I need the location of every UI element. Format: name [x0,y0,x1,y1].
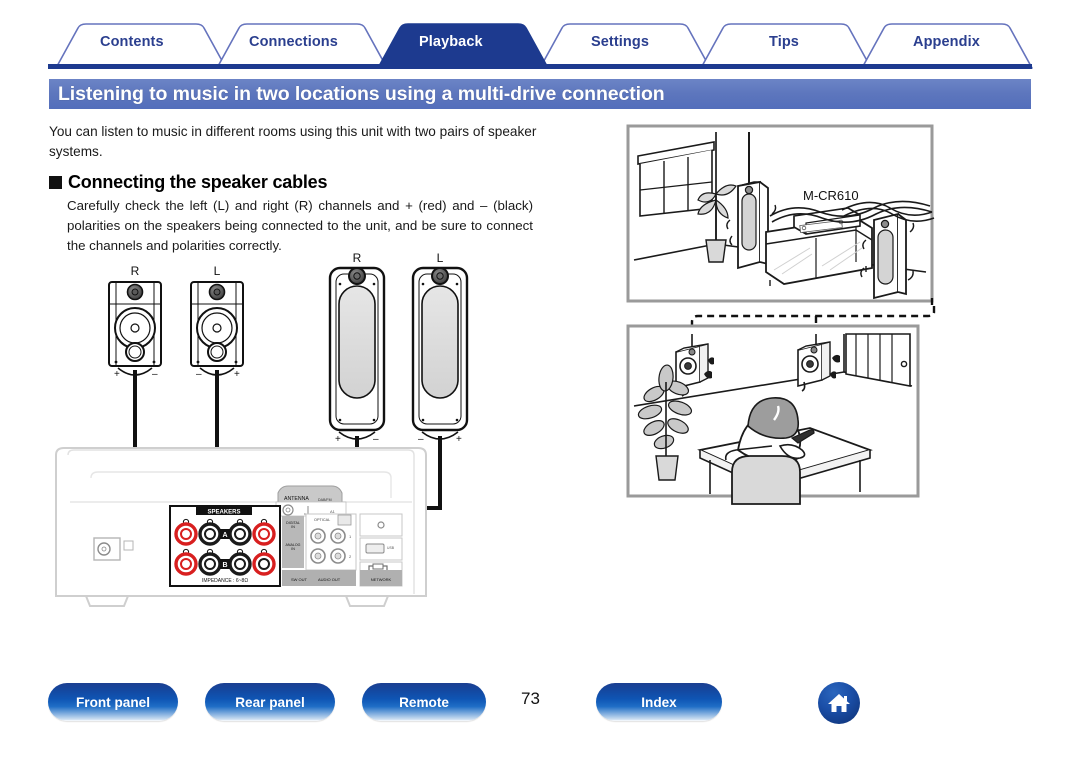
index-button[interactable]: Index [596,683,722,721]
illustration-study-room [626,324,920,505]
svg-text:L: L [214,264,221,278]
tall-speaker-right: R + – [328,251,386,445]
svg-text:SPEAKERS: SPEAKERS [207,509,240,515]
svg-text:L: L [437,251,444,265]
tab-tips[interactable]: Tips [769,34,799,50]
svg-text:NETWORK: NETWORK [371,577,392,582]
svg-text:+: + [456,434,462,445]
amplifier-rear-panel: ANTENNA DAB/FM A1 SPEAKERS A B IMPEDANCE… [55,447,427,607]
svg-text:R: R [353,251,362,265]
svg-text:DAB/FM: DAB/FM [318,498,332,502]
svg-text:–: – [418,434,424,445]
rear-panel-button[interactable]: Rear panel [205,683,335,721]
svg-text:SW OUT: SW OUT [291,577,308,582]
svg-text:IN: IN [291,547,295,551]
svg-text:AUDIO OUT: AUDIO OUT [318,577,341,582]
svg-text:+: + [335,434,341,445]
tab-appendix[interactable]: Appendix [913,34,980,50]
svg-text:+: + [114,369,120,380]
index-label: Index [641,694,677,710]
tall-speaker-left: L – + [411,251,469,445]
window [637,141,715,217]
small-speaker-right: R + – [108,264,162,380]
home-icon [828,694,850,712]
tab-playback[interactable]: Playback [419,34,483,50]
intro-paragraph: You can listen to music in different roo… [49,124,537,159]
small-speaker-left: L – + [190,264,244,380]
home-button[interactable] [818,682,860,724]
front-panel-label: Front panel [75,694,150,710]
svg-text:+: + [234,369,240,380]
svg-text:IMPEDANCE : 6~8Ω: IMPEDANCE : 6~8Ω [202,578,248,584]
room-illustrations: M-CR610 [620,120,940,505]
page-number: 73 [521,689,540,708]
section-heading: Connecting the speaker cables [49,172,549,193]
speaker-terminal-block: SPEAKERS A B IMPEDANCE: 6~8Ω [169,505,281,587]
bullet-square-icon [49,176,62,189]
section-heading-label: Connecting the speaker cables [68,172,328,192]
svg-text:ANTENNA: ANTENNA [284,496,309,502]
svg-text:USB: USB [387,546,395,550]
svg-text:IN: IN [291,525,295,529]
rear-panel-label: Rear panel [235,694,305,710]
top-tab-navigation[interactable]: Contents Connections Playback Settings T… [0,18,1080,70]
tab-settings[interactable]: Settings [591,34,649,50]
section-body-paragraph: Carefully check the left (L) and right (… [67,198,533,253]
svg-text:OPTICAL: OPTICAL [314,518,330,522]
remote-button[interactable]: Remote [362,683,486,721]
tab-contents[interactable]: Contents [100,34,164,50]
svg-text:–: – [196,369,202,380]
page-title-bar: Listening to music in two locations usin… [49,79,1031,109]
svg-text:B: B [222,562,227,569]
speaker-wiring-diagram: R + – L – + R + – L – + ANTENNA DAB/FM A… [46,250,566,630]
mcr610-label: M-CR610 [803,188,859,203]
svg-text:R: R [131,264,140,278]
remote-label: Remote [399,694,449,710]
illustration-living-room: M-CR610 [626,124,935,303]
svg-text:–: – [373,434,379,445]
page-footer: Front panel Rear panel Remote 73 Index [0,682,1080,743]
svg-text:A1: A1 [330,509,336,514]
page-title: Listening to music in two locations usin… [58,82,665,105]
antenna-section: ANTENNA DAB/FM A1 [275,485,347,517]
front-panel-button[interactable]: Front panel [48,683,178,721]
svg-text:A: A [222,532,227,539]
manual-page: Contents Connections Playback Settings T… [0,0,1080,761]
svg-text:–: – [152,369,158,380]
tab-connections[interactable]: Connections [249,34,338,50]
rear-io-section: DIGITAL IN ANALOG IN OPTICAL 1 2 USB SW … [282,513,403,587]
